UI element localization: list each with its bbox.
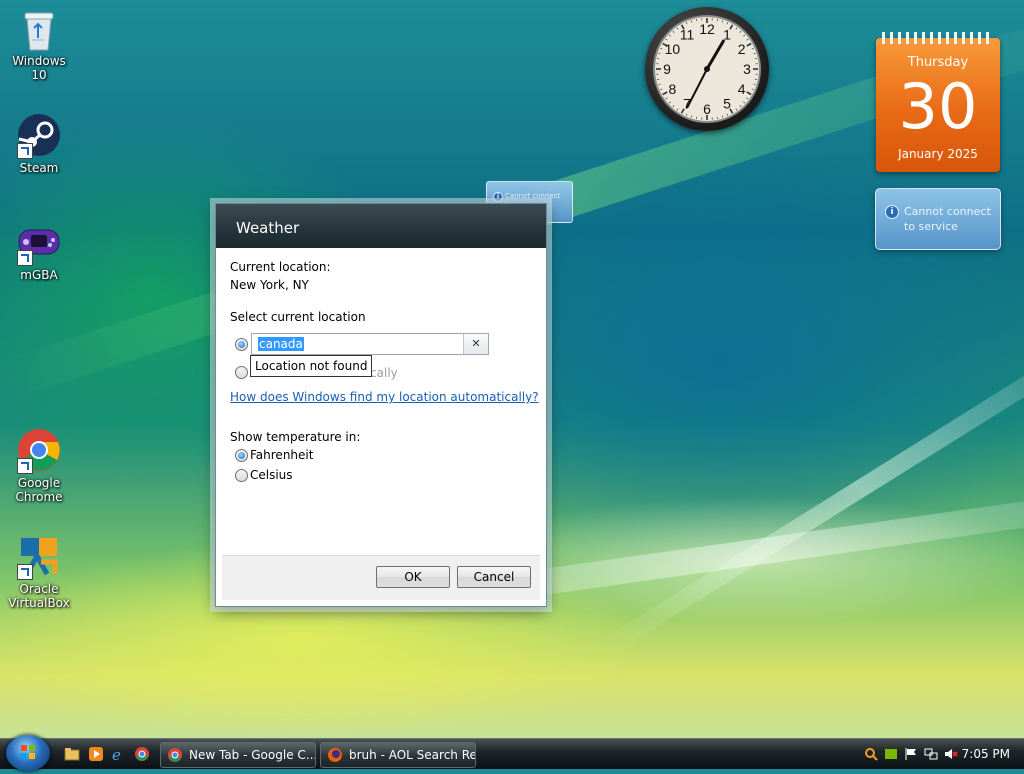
info-icon: i: [885, 205, 899, 219]
nvidia-icon[interactable]: [884, 747, 898, 761]
search-icon[interactable]: [864, 747, 878, 761]
clock-numeral: 6: [703, 101, 711, 117]
clock-numeral: 3: [743, 61, 751, 77]
search-selected-text: canada: [258, 337, 304, 351]
weather-gadget[interactable]: i Cannot connect to service: [875, 188, 1001, 250]
radio-fahrenheit[interactable]: [235, 449, 248, 462]
help-location-link[interactable]: How does Windows find my location automa…: [230, 390, 539, 404]
location-error-tooltip: Location not found: [250, 355, 372, 377]
clock-numeral: 10: [665, 41, 681, 57]
network-icon[interactable]: [924, 747, 938, 761]
clock-face: 121234567891011: [645, 7, 769, 131]
desktop-icon-windows10[interactable]: Windows 10: [4, 6, 74, 82]
media-player-quicklaunch-icon[interactable]: [88, 746, 104, 762]
clock-numeral: 5: [723, 96, 731, 112]
shortcut-arrow-icon: [17, 564, 33, 580]
location-search-input[interactable]: canada ✕: [251, 333, 489, 355]
desktop-icon-label: mGBA: [20, 268, 57, 282]
taskbar: e New Tab - Google C... bruh - AOL Searc…: [0, 738, 1024, 769]
select-location-label: Select current location: [230, 310, 366, 324]
radio-celsius[interactable]: [235, 469, 248, 482]
clock-numeral: 1: [723, 26, 731, 42]
radio-select-location[interactable]: [235, 338, 248, 351]
desktop-icon-label: Oracle VirtualBox: [8, 582, 70, 610]
calendar-month-year: January 2025: [876, 147, 1000, 161]
explorer-quicklaunch-icon[interactable]: [64, 746, 80, 762]
calendar-weekday: Thursday: [876, 55, 1000, 70]
desktop-icon-label: Windows 10: [12, 54, 66, 82]
calendar-day: 30: [876, 72, 1000, 142]
chrome-icon: [167, 747, 183, 763]
celsius-label: Celsius: [250, 468, 293, 482]
task-chrome-new-tab[interactable]: New Tab - Google C...: [160, 742, 316, 768]
svg-text:e: e: [112, 746, 121, 762]
firefox-icon: [327, 747, 343, 763]
chrome-quicklaunch-icon[interactable]: [134, 746, 150, 762]
desktop-icon-steam[interactable]: Steam: [4, 113, 74, 175]
mgba-icon: [17, 220, 61, 264]
weather-settings-dialog: Weather Current location: New York, NY S…: [215, 203, 547, 607]
dialog-footer: OK Cancel: [222, 555, 540, 600]
clock-numeral: 12: [699, 21, 715, 37]
task-label: bruh - AOL Search Re...: [349, 748, 476, 762]
desktop-icon-label: Google Chrome: [15, 476, 62, 504]
recycle-bin-icon: [17, 6, 61, 50]
system-clock[interactable]: 7:05 PM: [962, 739, 1010, 769]
ok-button[interactable]: OK: [376, 566, 450, 588]
weather-gadget-line1: Cannot connect: [904, 204, 991, 219]
current-location-value: New York, NY: [230, 278, 309, 292]
clock-numeral: 2: [738, 41, 746, 57]
temperature-label: Show temperature in:: [230, 430, 360, 444]
calendar-rings: [882, 32, 994, 44]
steam-icon: [17, 113, 61, 157]
calendar-gadget[interactable]: Thursday 30 January 2025: [876, 38, 1000, 172]
current-location-label: Current location:: [230, 260, 331, 274]
radio-find-automatically[interactable]: [235, 366, 248, 379]
desktop-icon-mgba[interactable]: mGBA: [4, 220, 74, 282]
clear-search-button[interactable]: ✕: [463, 334, 488, 354]
shortcut-arrow-icon: [17, 458, 33, 474]
shortcut-arrow-icon: [17, 250, 33, 266]
chrome-icon: [17, 428, 61, 472]
desktop-icon-chrome[interactable]: Google Chrome: [4, 428, 74, 504]
virtualbox-icon: [17, 534, 61, 578]
shortcut-arrow-icon: [17, 143, 33, 159]
weather-gadget-line2: to service: [904, 219, 991, 234]
clock-gadget[interactable]: 121234567891011: [645, 7, 769, 131]
weather-mini-line1: Cannot connect: [505, 192, 560, 201]
action-center-flag-icon[interactable]: [904, 747, 918, 761]
task-label: New Tab - Google C...: [189, 748, 316, 762]
desktop-icon-label: Steam: [20, 161, 59, 175]
internet-explorer-quicklaunch-icon[interactable]: e: [110, 746, 126, 762]
clock-numeral: 8: [669, 81, 677, 97]
info-icon: i: [493, 192, 503, 202]
clock-numeral: 9: [663, 61, 671, 77]
dialog-title: Weather: [216, 204, 546, 248]
windows-logo-icon: [6, 735, 50, 771]
task-aol-search[interactable]: bruh - AOL Search Re...: [320, 742, 476, 768]
start-button[interactable]: [6, 735, 50, 771]
volume-muted-icon[interactable]: [944, 747, 958, 761]
clock-numeral: 4: [738, 81, 746, 97]
desktop-icon-virtualbox[interactable]: Oracle VirtualBox: [4, 534, 74, 610]
fahrenheit-label: Fahrenheit: [250, 448, 313, 462]
cancel-button[interactable]: Cancel: [457, 566, 531, 588]
clock-numeral: 11: [680, 26, 695, 42]
